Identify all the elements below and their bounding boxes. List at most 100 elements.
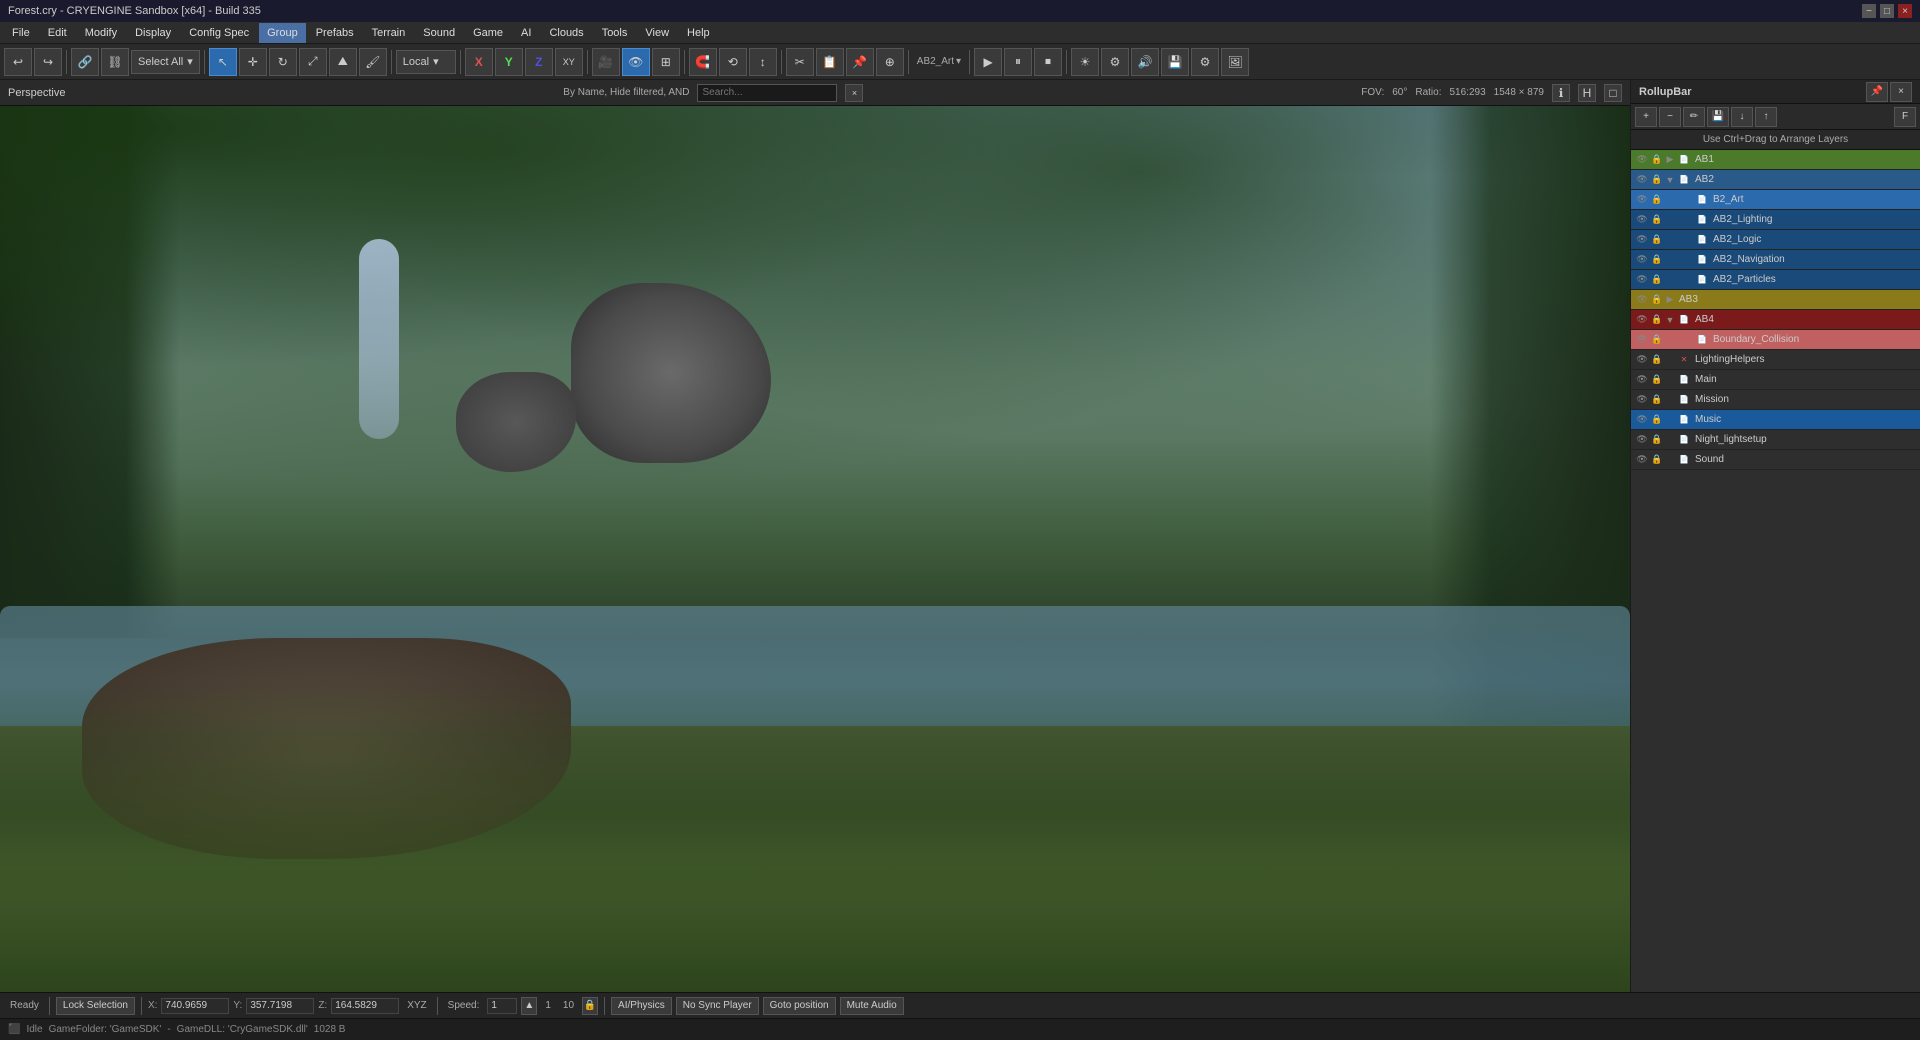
scale-tool-button[interactable]: ⤢ — [299, 48, 327, 76]
layer-ab4-eye[interactable]: 👁 — [1635, 313, 1649, 327]
layer-ab2-logic-eye[interactable]: 👁 — [1635, 233, 1649, 247]
layer-ab1-eye[interactable]: 👁 — [1635, 153, 1649, 167]
lighting-button[interactable]: ☀ — [1071, 48, 1099, 76]
layer-ab2-nav-expand[interactable] — [1683, 253, 1693, 267]
select-all-dropdown[interactable]: Select All ▾ — [131, 50, 200, 74]
layer-night-lock[interactable]: 🔒 — [1651, 433, 1663, 447]
axis-x-button[interactable]: X — [465, 48, 493, 76]
brush-tool-button[interactable]: 🖌 — [359, 48, 387, 76]
layer-music-lock[interactable]: 🔒 — [1651, 413, 1663, 427]
layer-item-mission[interactable]: 👁 🔒 📄 Mission — [1631, 390, 1920, 410]
menu-item-ai[interactable]: AI — [513, 23, 539, 43]
layer-item-ab3[interactable]: 👁 🔒 ▶ AB3 — [1631, 290, 1920, 310]
layer-item-ab1[interactable]: 👁 🔒 ▶ 📄 AB1 — [1631, 150, 1920, 170]
rollupbar-close-button[interactable]: × — [1890, 82, 1912, 102]
lock-speed-button[interactable]: 🔒 — [582, 997, 598, 1015]
axis-z-button[interactable]: Z — [525, 48, 553, 76]
layer-sound-eye[interactable]: 👁 — [1635, 453, 1649, 467]
menu-item-help[interactable]: Help — [679, 23, 718, 43]
menu-item-display[interactable]: Display — [127, 23, 179, 43]
angle-snap-button[interactable]: ⟲ — [719, 48, 747, 76]
grid-button[interactable]: ⊞ — [652, 48, 680, 76]
new-layer-button[interactable]: + — [1635, 107, 1657, 127]
layer-mission-expand[interactable] — [1665, 393, 1675, 407]
layer-ab4-lock[interactable]: 🔒 — [1651, 313, 1663, 327]
layer-ab2-nav-lock[interactable]: 🔒 — [1651, 253, 1663, 267]
ai-physics-button[interactable]: AI/Physics — [611, 997, 672, 1015]
layers-list[interactable]: 👁 🔒 ▶ 📄 AB1 👁 🔒 ▼ 📄 AB2 👁 🔒 📄 — [1631, 150, 1920, 992]
layer-item-ab2-art[interactable]: 👁 🔒 📄 B2_Art — [1631, 190, 1920, 210]
layer-ab3-expand[interactable]: ▶ — [1665, 293, 1675, 307]
layer-lh-lock[interactable]: 🔒 — [1651, 353, 1663, 367]
layer-ab2-logic-lock[interactable]: 🔒 — [1651, 233, 1663, 247]
delete-layer-button[interactable]: − — [1659, 107, 1681, 127]
import-layer-button[interactable]: ↓ — [1731, 107, 1753, 127]
layer-sound-lock[interactable]: 🔒 — [1651, 453, 1663, 467]
layer-item-sound[interactable]: 👁 🔒 📄 Sound — [1631, 450, 1920, 470]
scale-snap-button[interactable]: ↕ — [749, 48, 777, 76]
unlink-button[interactable]: ⛓ — [101, 48, 129, 76]
layer-item-lighting-helpers[interactable]: 👁 🔒 ✕ LightingHelpers — [1631, 350, 1920, 370]
menu-item-tools[interactable]: Tools — [594, 23, 636, 43]
layer-lh-eye[interactable]: 👁 — [1635, 353, 1649, 367]
menu-item-prefabs[interactable]: Prefabs — [308, 23, 362, 43]
layer-night-eye[interactable]: 👁 — [1635, 433, 1649, 447]
select-tool-button[interactable]: ↖ — [209, 48, 237, 76]
layer-ab2-expand[interactable]: ▼ — [1665, 173, 1675, 187]
layer-ab4-expand[interactable]: ▼ — [1665, 313, 1675, 327]
layer-main-expand[interactable] — [1665, 373, 1675, 387]
layer-mission-eye[interactable]: 👁 — [1635, 393, 1649, 407]
layer-mission-lock[interactable]: 🔒 — [1651, 393, 1663, 407]
edit-layer-button[interactable]: ✏ — [1683, 107, 1705, 127]
layer-item-ab2-navigation[interactable]: 👁 🔒 📄 AB2_Navigation — [1631, 250, 1920, 270]
menu-item-edit[interactable]: Edit — [40, 23, 75, 43]
layer-ab2-art-eye[interactable]: 👁 — [1635, 193, 1649, 207]
layer-item-boundary-collision[interactable]: 👁 🔒 📄 Boundary_Collision — [1631, 330, 1920, 350]
layer-ab2-lock[interactable]: 🔒 — [1651, 173, 1663, 187]
layer-sound-expand[interactable] — [1665, 453, 1675, 467]
layer-ab2-lighting-eye[interactable]: 👁 — [1635, 213, 1649, 227]
axis-y-button[interactable]: Y — [495, 48, 523, 76]
stop-button[interactable]: ⏹ — [1034, 48, 1062, 76]
snap-button[interactable]: 🧲 — [689, 48, 717, 76]
rollupbar-pin-button[interactable]: 📌 — [1866, 82, 1888, 102]
paste-button[interactable]: 📌 — [846, 48, 874, 76]
export-layer-button[interactable]: ↑ — [1755, 107, 1777, 127]
camera-settings-button[interactable]: □ — [1604, 84, 1622, 102]
move-tool-button[interactable]: ✛ — [239, 48, 267, 76]
layer-lh-expand[interactable] — [1665, 353, 1675, 367]
search-clear-button[interactable]: × — [845, 84, 863, 102]
layer-item-main[interactable]: 👁 🔒 📄 Main — [1631, 370, 1920, 390]
layer-item-ab2-logic[interactable]: 👁 🔒 📄 AB2_Logic — [1631, 230, 1920, 250]
menu-item-terrain[interactable]: Terrain — [364, 23, 414, 43]
settings-button[interactable]: ⚙ — [1191, 48, 1219, 76]
play-game-button[interactable]: ▶ — [974, 48, 1002, 76]
close-button[interactable]: × — [1898, 4, 1912, 18]
menu-item-modify[interactable]: Modify — [77, 23, 125, 43]
terrain-tool-button[interactable]: ⛰ — [329, 48, 357, 76]
z-coord-input[interactable] — [331, 998, 399, 1014]
save-button[interactable]: 💾 — [1161, 48, 1189, 76]
help-button[interactable]: H — [1578, 84, 1596, 102]
layer-ab1-expand[interactable]: ▶ — [1665, 153, 1675, 167]
render-button[interactable]: 🖼 — [1221, 48, 1249, 76]
layer-item-ab4[interactable]: 👁 🔒 ▼ 📄 AB4 — [1631, 310, 1920, 330]
layer-ab1-lock[interactable]: 🔒 — [1651, 153, 1663, 167]
menu-item-clouds[interactable]: Clouds — [541, 23, 591, 43]
layer-ab2-particles-eye[interactable]: 👁 — [1635, 273, 1649, 287]
layer-ab2-particles-lock[interactable]: 🔒 — [1651, 273, 1663, 287]
layer-item-ab2-particles[interactable]: 👁 🔒 📄 AB2_Particles — [1631, 270, 1920, 290]
layer-night-expand[interactable] — [1665, 433, 1675, 447]
layer-ab2-art-expand[interactable] — [1683, 193, 1693, 207]
goto-position-button[interactable]: Goto position — [763, 997, 836, 1015]
view-button[interactable]: 👁 — [622, 48, 650, 76]
layer-item-night-lightsetup[interactable]: 👁 🔒 📄 Night_lightsetup — [1631, 430, 1920, 450]
menu-item-group[interactable]: Group — [259, 23, 306, 43]
pause-button[interactable]: ⏸ — [1004, 48, 1032, 76]
layer-main-eye[interactable]: 👁 — [1635, 373, 1649, 387]
no-sync-player-button[interactable]: No Sync Player — [676, 997, 759, 1015]
y-coord-input[interactable] — [246, 998, 314, 1014]
layer-ab3-eye[interactable]: 👁 — [1635, 293, 1649, 307]
save-layer-button[interactable]: 💾 — [1707, 107, 1729, 127]
speed-up-button[interactable]: ▲ — [521, 997, 537, 1015]
